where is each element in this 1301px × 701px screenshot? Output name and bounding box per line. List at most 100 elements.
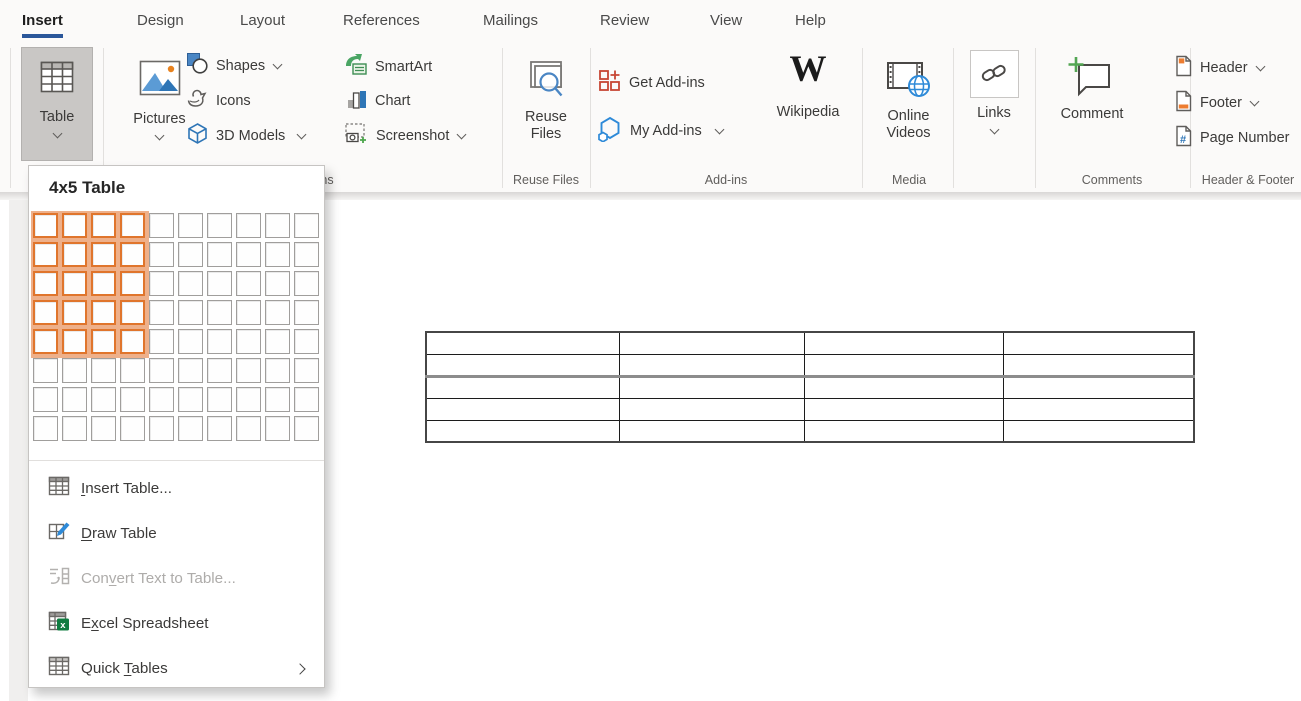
document-table-cell[interactable] — [804, 354, 1003, 376]
grid-cell-2x7[interactable] — [62, 387, 87, 412]
document-table-cell[interactable] — [804, 332, 1003, 354]
smartart-button[interactable]: SmartArt — [344, 54, 432, 80]
grid-cell-8x7[interactable] — [236, 387, 261, 412]
grid-cell-2x3[interactable] — [62, 271, 87, 296]
grid-cell-6x6[interactable] — [178, 358, 203, 383]
3d-models-button[interactable]: 3D Models — [186, 123, 305, 149]
grid-cell-8x2[interactable] — [236, 242, 261, 267]
grid-cell-1x4[interactable] — [33, 300, 58, 325]
menu-item-convert-text-to-table[interactable]: Convert Text to Table... — [29, 556, 324, 601]
grid-cell-6x2[interactable] — [178, 242, 203, 267]
grid-cell-10x4[interactable] — [294, 300, 319, 325]
grid-cell-9x7[interactable] — [265, 387, 290, 412]
grid-cell-6x5[interactable] — [178, 329, 203, 354]
grid-cell-9x5[interactable] — [265, 329, 290, 354]
grid-cell-7x1[interactable] — [207, 213, 232, 238]
document-table-cell[interactable] — [426, 398, 619, 420]
screenshot-button[interactable]: Screenshot — [344, 123, 465, 149]
grid-cell-2x2[interactable] — [62, 242, 87, 267]
grid-cell-2x8[interactable] — [62, 416, 87, 441]
document-table-cell[interactable] — [426, 332, 619, 354]
grid-cell-9x1[interactable] — [265, 213, 290, 238]
document-table-cell[interactable] — [1003, 354, 1194, 376]
grid-cell-4x1[interactable] — [120, 213, 145, 238]
grid-cell-3x7[interactable] — [91, 387, 116, 412]
grid-cell-10x5[interactable] — [294, 329, 319, 354]
grid-cell-1x7[interactable] — [33, 387, 58, 412]
grid-cell-3x6[interactable] — [91, 358, 116, 383]
document-table-cell[interactable] — [619, 332, 804, 354]
grid-cell-3x4[interactable] — [91, 300, 116, 325]
grid-cell-4x4[interactable] — [120, 300, 145, 325]
grid-cell-10x3[interactable] — [294, 271, 319, 296]
grid-cell-4x8[interactable] — [120, 416, 145, 441]
grid-cell-4x7[interactable] — [120, 387, 145, 412]
reuse-files-button[interactable]: Reuse Files — [504, 47, 588, 143]
grid-cell-1x2[interactable] — [33, 242, 58, 267]
tab-review[interactable]: Review — [600, 12, 649, 29]
grid-cell-3x3[interactable] — [91, 271, 116, 296]
menu-item-quick-tables[interactable]: Quick Tables — [29, 646, 324, 691]
grid-cell-5x2[interactable] — [149, 242, 174, 267]
document-table-cell[interactable] — [804, 420, 1003, 442]
grid-cell-4x6[interactable] — [120, 358, 145, 383]
tab-references[interactable]: References — [343, 12, 420, 29]
page-number-button[interactable]: # Page Number — [1174, 125, 1289, 151]
grid-cell-8x1[interactable] — [236, 213, 261, 238]
shapes-button[interactable]: Shapes — [186, 53, 281, 79]
grid-cell-2x5[interactable] — [62, 329, 87, 354]
grid-cell-2x4[interactable] — [62, 300, 87, 325]
grid-cell-8x4[interactable] — [236, 300, 261, 325]
icons-button[interactable]: Icons — [186, 88, 251, 114]
tab-view[interactable]: View — [710, 12, 742, 29]
document-table-cell[interactable] — [426, 376, 619, 398]
grid-cell-1x1[interactable] — [33, 213, 58, 238]
grid-cell-5x3[interactable] — [149, 271, 174, 296]
grid-cell-8x6[interactable] — [236, 358, 261, 383]
grid-cell-7x7[interactable] — [207, 387, 232, 412]
grid-cell-4x2[interactable] — [120, 242, 145, 267]
grid-cell-1x5[interactable] — [33, 329, 58, 354]
links-button[interactable]: Links — [955, 47, 1033, 133]
grid-cell-9x6[interactable] — [265, 358, 290, 383]
grid-cell-7x6[interactable] — [207, 358, 232, 383]
chart-button[interactable]: Chart — [346, 88, 410, 114]
document-table-cell[interactable] — [619, 398, 804, 420]
grid-cell-5x4[interactable] — [149, 300, 174, 325]
document-table-cell[interactable] — [804, 398, 1003, 420]
grid-cell-7x4[interactable] — [207, 300, 232, 325]
tab-mailings[interactable]: Mailings — [483, 12, 538, 29]
menu-item-draw-table[interactable]: Draw Table — [29, 511, 324, 556]
grid-cell-2x1[interactable] — [62, 213, 87, 238]
grid-cell-5x5[interactable] — [149, 329, 174, 354]
grid-cell-5x8[interactable] — [149, 416, 174, 441]
grid-cell-9x3[interactable] — [265, 271, 290, 296]
grid-cell-1x6[interactable] — [33, 358, 58, 383]
document-table-cell[interactable] — [426, 420, 619, 442]
my-add-ins-button[interactable]: My Add-ins — [596, 118, 723, 144]
online-videos-button[interactable]: Online Videos — [866, 47, 951, 142]
tab-design[interactable]: Design — [137, 12, 184, 29]
grid-cell-4x5[interactable] — [120, 329, 145, 354]
grid-cell-3x1[interactable] — [91, 213, 116, 238]
tab-help[interactable]: Help — [795, 12, 826, 29]
get-add-ins-button[interactable]: Get Add-ins — [597, 70, 705, 96]
grid-cell-6x4[interactable] — [178, 300, 203, 325]
grid-cell-1x8[interactable] — [33, 416, 58, 441]
grid-cell-5x1[interactable] — [149, 213, 174, 238]
grid-cell-7x5[interactable] — [207, 329, 232, 354]
grid-cell-7x8[interactable] — [207, 416, 232, 441]
menu-item-excel-spreadsheet[interactable]: x Excel Spreadsheet — [29, 601, 324, 646]
grid-cell-8x3[interactable] — [236, 271, 261, 296]
wikipedia-button[interactable]: W Wikipedia — [765, 50, 851, 121]
grid-cell-3x8[interactable] — [91, 416, 116, 441]
table-button[interactable]: Table — [21, 47, 93, 161]
grid-cell-10x8[interactable] — [294, 416, 319, 441]
grid-cell-7x3[interactable] — [207, 271, 232, 296]
grid-cell-6x7[interactable] — [178, 387, 203, 412]
tab-layout[interactable]: Layout — [240, 12, 285, 29]
document-table-cell[interactable] — [619, 376, 804, 398]
grid-cell-5x6[interactable] — [149, 358, 174, 383]
menu-item-insert-table[interactable]: Insert Table... — [29, 466, 324, 511]
grid-cell-3x2[interactable] — [91, 242, 116, 267]
